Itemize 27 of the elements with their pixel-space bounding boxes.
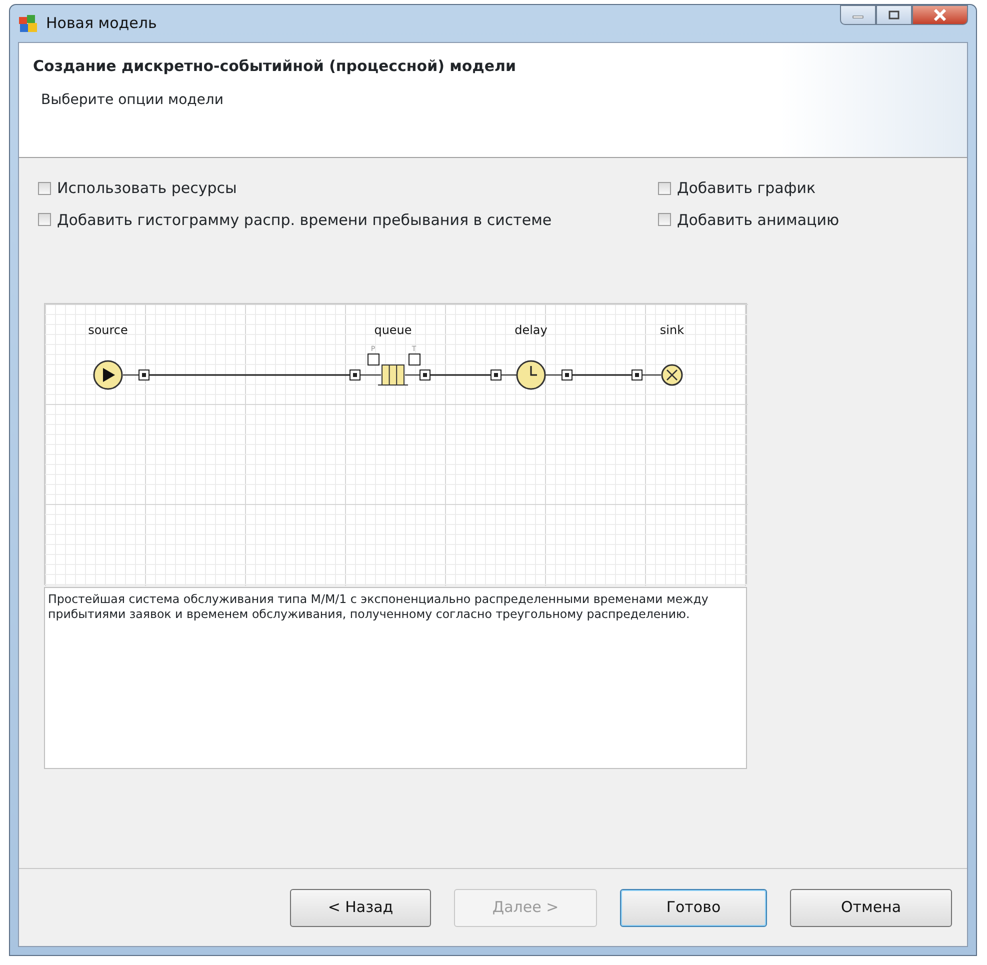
block-label: sink [660, 323, 684, 337]
option-checkbox[interactable]: Добавить график [658, 177, 953, 200]
dialog-button[interactable]: Отмена [790, 888, 952, 926]
source-block-drawing[interactable] [93, 360, 150, 390]
option-checkbox[interactable]: Добавить анимацию [658, 208, 953, 231]
page-title: Создание дискретно-событийной (процессной) модели [33, 56, 518, 77]
app-icon [18, 14, 40, 34]
option-checkbox[interactable]: Добавить гистограмму распр. времени пребывания в системе [38, 208, 658, 231]
close-icon [933, 9, 947, 21]
connector-line [430, 374, 491, 376]
maximize-button[interactable] [876, 5, 912, 25]
block-label: delay [514, 323, 548, 337]
connector-line [572, 374, 632, 376]
queue-block-drawing[interactable] [350, 354, 430, 386]
minimize-button[interactable] [840, 5, 876, 25]
dialog-button[interactable]: < Назад [290, 888, 431, 926]
maximize-icon [888, 10, 900, 20]
block-label: source [88, 323, 128, 337]
description-box: Простейшая система обслуживания типа M/M/1 с экспоненциально распределенными временами между прибытиями заявок и временем обслуживания, полученному согласно треугольному распределению. [44, 587, 747, 769]
window-title: Новая модель [46, 13, 157, 34]
block-label: queue [374, 323, 412, 337]
dialog-button[interactable]: Готово [620, 888, 767, 926]
page-subtitle: Выберите опции модели [41, 90, 224, 110]
delay-block-drawing[interactable] [490, 360, 572, 390]
sink-block-drawing[interactable] [632, 364, 683, 386]
close-button[interactable] [912, 5, 968, 25]
option-checkbox[interactable]: Использовать ресурсы [38, 177, 658, 200]
